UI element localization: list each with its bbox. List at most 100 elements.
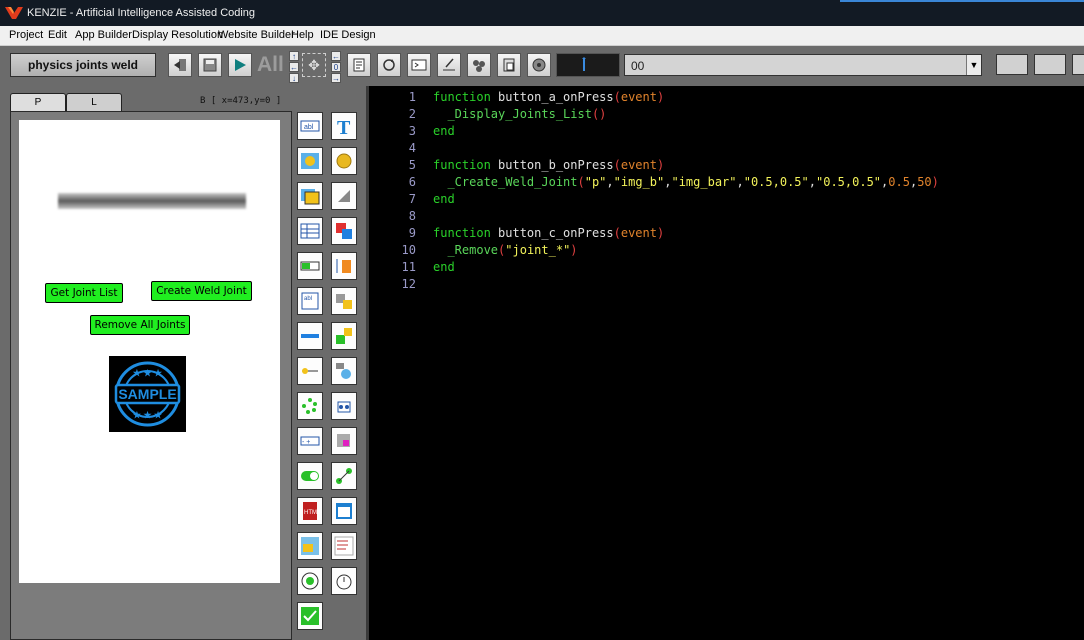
project-name-button[interactable]: physics joints weld bbox=[10, 53, 156, 77]
progress-tool[interactable] bbox=[297, 252, 323, 280]
checkbox-icon bbox=[301, 607, 319, 625]
move-left-button[interactable]: ← bbox=[289, 62, 299, 72]
menu-app-builder[interactable]: App Builder bbox=[75, 29, 132, 41]
blank-button-2[interactable] bbox=[1034, 54, 1066, 75]
code-line[interactable]: 3 end bbox=[369, 123, 1084, 140]
code-line[interactable]: 6 _Create_Weld_Joint("p","img_b","img_ba… bbox=[369, 174, 1084, 191]
code-line[interactable]: 9 function button_c_onPress(event) bbox=[369, 225, 1084, 242]
switch-tool[interactable] bbox=[297, 462, 323, 490]
run-button[interactable] bbox=[228, 53, 252, 77]
get-joint-list-button[interactable]: Get Joint List bbox=[45, 283, 123, 303]
sample-stamp-image[interactable]: SAMPLE ★ ★ ★ ★ ★ ★ bbox=[109, 356, 186, 432]
image-gallery-icon bbox=[301, 189, 320, 205]
code-line[interactable]: 8 bbox=[369, 208, 1084, 225]
sound-icon bbox=[532, 58, 546, 72]
menu-ide-design[interactable]: IDE Design bbox=[320, 29, 376, 41]
image-tool[interactable] bbox=[297, 147, 323, 175]
html-tool[interactable]: HTML bbox=[297, 497, 323, 525]
textbox-icon: abl bbox=[300, 120, 320, 132]
code-line[interactable]: 7 end bbox=[369, 191, 1084, 208]
map-icon bbox=[301, 537, 319, 555]
code-line[interactable]: 4 bbox=[369, 140, 1084, 157]
spinner-icon bbox=[302, 398, 317, 414]
move-right-button[interactable]: ← bbox=[331, 51, 341, 61]
line-number: 7 bbox=[408, 192, 416, 206]
map-tool[interactable] bbox=[297, 532, 323, 560]
joint-tool[interactable] bbox=[331, 322, 357, 350]
line-number: 10 bbox=[401, 243, 416, 257]
img-bar[interactable] bbox=[58, 193, 246, 209]
move-right-down-button[interactable]: → bbox=[331, 73, 341, 83]
sound-button[interactable] bbox=[527, 53, 551, 77]
image-gallery-tool[interactable] bbox=[297, 182, 323, 210]
textarea-tool[interactable]: abl bbox=[297, 287, 323, 315]
svg-text:★ ★ ★: ★ ★ ★ bbox=[133, 410, 163, 420]
code-line[interactable]: 10 _Remove("joint_*") bbox=[369, 242, 1084, 259]
page-button[interactable] bbox=[347, 53, 371, 77]
web-tool[interactable] bbox=[331, 497, 357, 525]
menu-website-builder[interactable]: Website Builder bbox=[218, 29, 295, 41]
blank-button-1[interactable] bbox=[996, 54, 1028, 75]
slider-tool[interactable] bbox=[297, 322, 323, 350]
kenzie-logo-icon bbox=[5, 7, 23, 19]
button-tool[interactable] bbox=[331, 147, 357, 175]
code-editor[interactable]: 1 function button_a_onPress(event) 2 _Disp… bbox=[369, 86, 1084, 640]
remove-all-joints-button[interactable]: Remove All Joints bbox=[90, 315, 190, 335]
transfer-button[interactable] bbox=[556, 53, 620, 77]
anchor-tool[interactable] bbox=[331, 427, 357, 455]
refresh-button[interactable] bbox=[377, 53, 401, 77]
spinner-tool[interactable] bbox=[297, 392, 323, 420]
chevron-down-icon[interactable]: ▼ bbox=[966, 55, 981, 75]
menu-project[interactable]: Project bbox=[9, 29, 43, 41]
move-up-button[interactable]: ↑ bbox=[289, 51, 299, 61]
move-target-icon[interactable]: ✥ bbox=[302, 53, 326, 77]
web-icon bbox=[336, 503, 352, 519]
stepper-tool[interactable]: - + bbox=[297, 427, 323, 455]
align-icon bbox=[337, 401, 351, 413]
checkbox-tool[interactable] bbox=[297, 602, 323, 630]
code-line[interactable]: 5 function button_b_onPress(event) bbox=[369, 157, 1084, 174]
all-label[interactable]: All bbox=[257, 53, 284, 77]
list-tool[interactable] bbox=[331, 532, 357, 560]
connect-tool[interactable] bbox=[331, 462, 357, 490]
tab-p[interactable]: P bbox=[10, 93, 66, 112]
link-tool[interactable] bbox=[331, 357, 357, 385]
collision-tool[interactable] bbox=[331, 217, 357, 245]
sign-button[interactable] bbox=[437, 53, 461, 77]
tab-l[interactable]: L bbox=[66, 93, 122, 112]
paste-button[interactable] bbox=[497, 53, 521, 77]
blank-button-3[interactable] bbox=[1072, 54, 1084, 75]
group-tool[interactable] bbox=[331, 287, 357, 315]
sign-icon bbox=[443, 58, 455, 71]
settings-button[interactable] bbox=[467, 53, 491, 77]
code-text: end bbox=[433, 192, 455, 206]
offset-field[interactable]: 0 bbox=[331, 62, 341, 72]
code-line[interactable]: 2 _Display_Joints_List() bbox=[369, 106, 1084, 123]
move-down-button[interactable]: ↓ bbox=[289, 73, 299, 83]
radio-tool[interactable] bbox=[297, 567, 323, 595]
line-number: 6 bbox=[408, 175, 416, 189]
terminal-button[interactable] bbox=[407, 53, 431, 77]
scale-tool[interactable] bbox=[331, 252, 357, 280]
export-button[interactable] bbox=[168, 53, 192, 77]
line-number: 4 bbox=[408, 141, 416, 155]
create-weld-joint-button[interactable]: Create Weld Joint bbox=[151, 281, 252, 301]
timer-tool[interactable] bbox=[331, 567, 357, 595]
toggle-switch-tool[interactable] bbox=[297, 357, 323, 385]
line-number: 12 bbox=[401, 277, 416, 291]
design-canvas[interactable]: Get Joint List Create Weld Joint Remove … bbox=[19, 120, 280, 583]
menu-edit[interactable]: Edit bbox=[48, 29, 67, 41]
menu-help[interactable]: Help bbox=[291, 29, 314, 41]
code-line[interactable]: 12 bbox=[369, 276, 1084, 293]
code-line[interactable]: 1 function button_a_onPress(event) bbox=[369, 89, 1084, 106]
code-line[interactable]: 11 end bbox=[369, 259, 1084, 276]
rotate-tool[interactable] bbox=[331, 182, 357, 210]
align-tool[interactable] bbox=[331, 392, 357, 420]
page-select[interactable]: 00 ▼ bbox=[624, 54, 982, 76]
text-tool[interactable]: T bbox=[331, 112, 357, 140]
save-button[interactable] bbox=[198, 53, 222, 77]
menu-display-resolution[interactable]: Display Resolution bbox=[132, 29, 223, 41]
menu-bar: Project Edit App Builder Display Resolut… bbox=[0, 26, 1084, 46]
table-tool[interactable] bbox=[297, 217, 323, 245]
textbox-tool[interactable]: abl bbox=[297, 112, 323, 140]
